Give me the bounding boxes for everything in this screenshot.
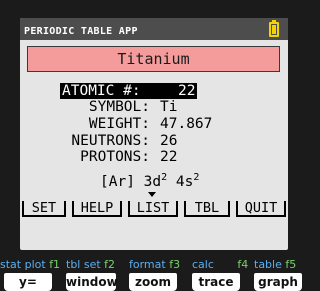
- menu-tbl[interactable]: TBL: [184, 201, 230, 217]
- f3-alt-label: format f3: [129, 258, 181, 271]
- electron-configuration: [Ar] 3d2 4s2: [100, 173, 199, 191]
- trace-key[interactable]: trace: [192, 273, 240, 291]
- function-key-labels: stat plot f1 tbl set f2 format f3 calc f…: [0, 258, 308, 272]
- battery-icon: [269, 22, 279, 37]
- symbol-value: Ti: [160, 99, 178, 115]
- weight-value: 47.867: [160, 116, 213, 132]
- protons-value: 22: [160, 149, 178, 165]
- atomic-number-row: ATOMIC #: 22: [60, 83, 202, 99]
- protons-row: PROTONS: 22: [20, 149, 288, 165]
- softkey-menu: SET HELP LIST TBL QUIT: [20, 201, 288, 219]
- window-key[interactable]: window: [66, 273, 118, 291]
- element-name-banner: Titanium: [27, 46, 280, 72]
- config-3d: 3d: [143, 174, 162, 190]
- menu-quit[interactable]: QUIT: [236, 201, 286, 217]
- function-keys: y= window zoom trace graph: [0, 273, 308, 291]
- battery-level: [272, 25, 276, 34]
- protons-label: PROTONS:: [80, 149, 150, 165]
- config-4s: 4s: [175, 174, 194, 190]
- menu-help[interactable]: HELP: [72, 201, 122, 217]
- graph-key[interactable]: graph: [254, 273, 302, 291]
- config-3d-exponent: 2: [161, 172, 168, 183]
- f4-alt-label: calc f4: [192, 258, 249, 271]
- calculator-screen: PERIODIC TABLE APP Titanium ATOMIC #: 22…: [20, 18, 288, 250]
- scroll-down-indicator-icon: [148, 192, 156, 197]
- y-equals-key[interactable]: y=: [4, 273, 52, 291]
- status-bar: PERIODIC TABLE APP: [20, 18, 288, 40]
- zoom-key[interactable]: zoom: [129, 273, 177, 291]
- weight-row: WEIGHT: 47.867: [20, 116, 288, 132]
- f5-alt-label: table f5: [254, 258, 297, 271]
- f1-alt-label: stat plot f1: [0, 258, 61, 271]
- menu-set[interactable]: SET: [22, 201, 66, 217]
- f2-alt-label: tbl set f2: [66, 258, 116, 271]
- app-title: PERIODIC TABLE APP: [24, 26, 138, 37]
- menu-list[interactable]: LIST: [128, 201, 178, 217]
- weight-label: WEIGHT:: [88, 116, 150, 132]
- config-core: [Ar]: [100, 174, 135, 190]
- atomic-number-value: 22: [176, 83, 198, 99]
- neutrons-value: 26: [160, 133, 178, 149]
- config-4s-exponent: 2: [193, 172, 200, 183]
- symbol-label: SYMBOL:: [88, 99, 150, 115]
- neutrons-row: NEUTRONS: 26: [20, 133, 288, 149]
- symbol-row: SYMBOL: Ti: [20, 99, 288, 115]
- atomic-number-label: ATOMIC #:: [60, 83, 176, 99]
- neutrons-label: NEUTRONS:: [71, 133, 150, 149]
